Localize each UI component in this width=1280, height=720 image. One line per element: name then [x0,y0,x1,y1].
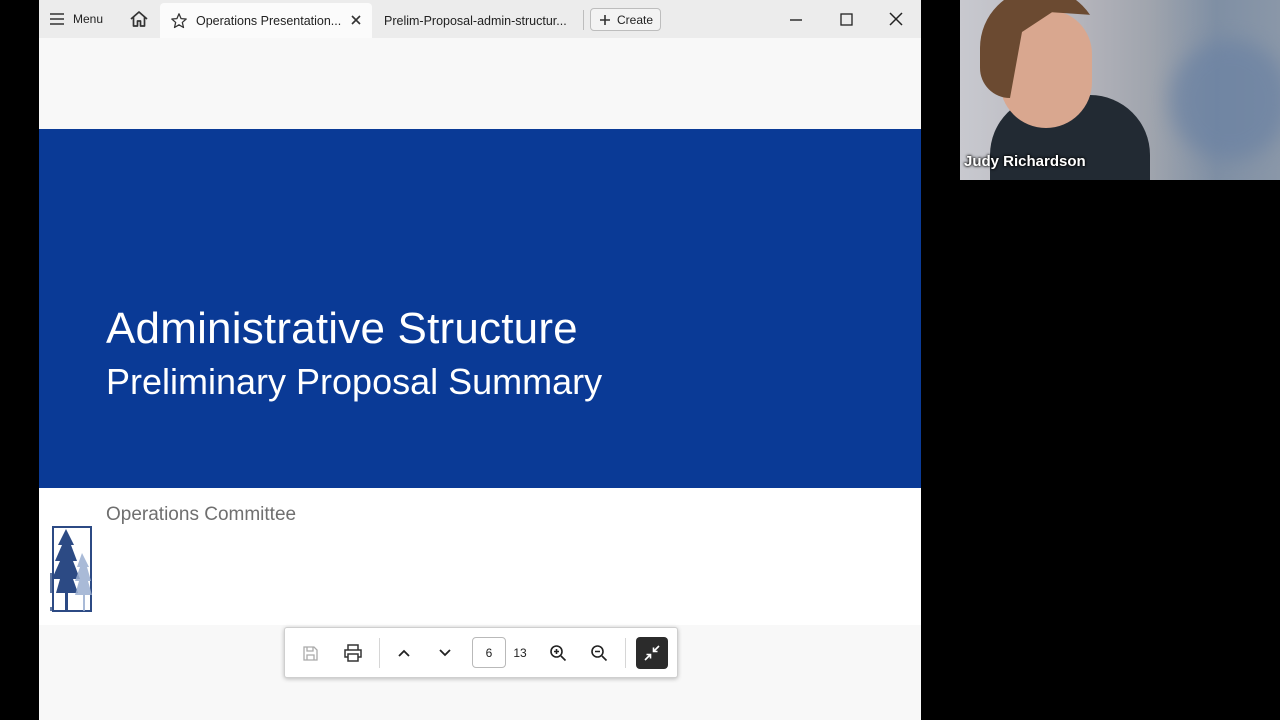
zoom-in-button[interactable] [545,640,571,666]
menu-button[interactable]: Menu [49,7,103,31]
tab-divider [583,10,584,30]
zoom-out-button[interactable] [586,640,612,666]
slide-footer-area: Operations Committee [39,488,921,625]
chevron-up-icon [398,649,410,657]
maximize-icon [839,12,853,26]
minimize-button[interactable] [785,8,807,30]
participant-name: Judy Richardson [964,153,1086,170]
create-label: Create [617,12,654,27]
print-button[interactable] [340,640,366,666]
star-icon[interactable] [170,12,188,30]
hamburger-icon [50,13,64,25]
page-total: 13 [513,645,527,660]
tab-label: Prelim-Proposal-admin-structur... [384,13,567,28]
zoom-in-icon [550,645,567,662]
tree-logo [50,526,92,612]
slide-subtitle: Preliminary Proposal Summary [106,361,603,402]
committee-name: Operations Committee [106,504,297,525]
tab-operations-presentation[interactable]: Operations Presentation... [160,3,372,38]
maximize-button[interactable] [835,8,857,30]
tab-label: Operations Presentation... [196,13,342,28]
exit-fullscreen-button[interactable] [636,637,668,669]
chevron-down-icon [439,649,451,657]
previous-page-button[interactable] [391,640,417,666]
slide-title-band: Administrative Structure Preliminary Pro… [39,129,921,488]
minimize-icon [790,19,802,21]
next-page-button[interactable] [432,640,458,666]
home-button[interactable] [127,7,151,31]
save-button[interactable] [297,640,323,666]
close-icon [889,12,903,26]
page-number-input[interactable]: 6 [472,637,506,668]
document-view[interactable]: Administrative Structure Preliminary Pro… [39,38,921,720]
pdf-viewer-window: Menu Operations Presentation... Prelim-P… [39,0,921,720]
close-icon[interactable] [348,12,364,28]
plus-icon [600,14,610,25]
printer-icon [344,644,362,662]
zoom-out-icon [591,645,608,662]
participant-video-tile[interactable]: Judy Richardson [960,0,1280,180]
close-window-button[interactable] [885,8,907,30]
create-button[interactable]: Create [590,8,661,31]
page-navigation-toolbar: 6 13 [284,627,678,678]
menu-label: Menu [73,12,104,26]
toolbar-divider [379,638,380,668]
save-icon [302,645,318,661]
background-blur [1170,40,1280,160]
slide-title: Administrative Structure [106,304,578,353]
exit-fullscreen-icon [644,645,660,661]
title-bar: Menu Operations Presentation... Prelim-P… [39,0,921,38]
toolbar-divider [625,638,626,668]
home-icon [130,11,148,27]
tab-prelim-proposal[interactable]: Prelim-Proposal-admin-structur... [384,3,580,38]
